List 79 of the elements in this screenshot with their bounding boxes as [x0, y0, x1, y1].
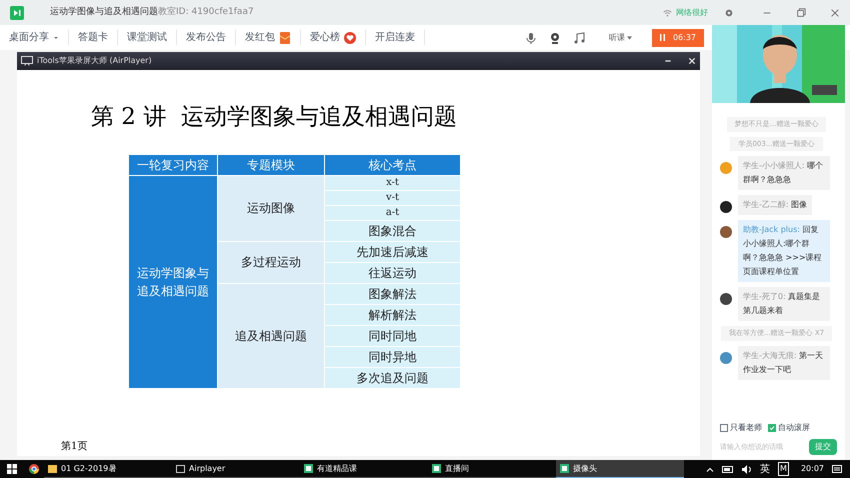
checkbox-label: 自动滚屏 [778, 422, 810, 434]
avatar-icon [720, 201, 732, 213]
clock[interactable]: 20:07 [800, 463, 824, 475]
chevron-up-icon[interactable] [706, 466, 714, 472]
notification-icon[interactable] [832, 464, 842, 474]
browser-icon[interactable] [29, 464, 39, 474]
chat-message: 学生-小小缘照人: 哪个群啊？急急急 [738, 156, 830, 190]
toolbar-button[interactable]: 桌面分享 [9, 30, 49, 45]
pause-icon [660, 34, 665, 41]
app-logo-icon [10, 6, 24, 20]
speaker-icon[interactable] [742, 464, 752, 474]
chat-message: 助教-Jack plus: 回复小小缘照人:哪个群啊？急急急 >>>课程页面课程单位置 [738, 220, 830, 282]
caret-icon [627, 36, 632, 40]
battery-icon [722, 466, 734, 472]
table-cell: 运动图像 [218, 176, 324, 240]
player-title: iTools苹果录屏大师 (AirPlayer) [37, 55, 152, 67]
folder-icon [48, 464, 57, 472]
chat-message: 学生-乙二醇: 图像 [738, 195, 812, 215]
taskbar-item[interactable]: 摄像头 [556, 460, 684, 478]
taskbar-item[interactable]: 01 G2-2019暑 [44, 460, 172, 478]
settings-icon[interactable] [724, 8, 734, 18]
table-cell: 多过程运动 [218, 242, 324, 282]
app-icon [304, 464, 313, 473]
toolbar-button[interactable]: 发布公告 [186, 30, 226, 45]
table-cell: 多次追及问题 [325, 368, 460, 388]
table-cell: 运动学图象与追及相遇问题 [129, 176, 217, 388]
maximize-icon[interactable] [796, 8, 806, 18]
page-number: 第1页 [61, 440, 88, 454]
table-cell: 同时异地 [325, 346, 460, 366]
webcam-icon[interactable] [549, 32, 561, 44]
toolbar-button[interactable]: 答题卡 [78, 30, 108, 45]
chat-message: 学生-死了0: 真题集是第几题来着 [738, 287, 830, 321]
avatar-icon [720, 226, 732, 238]
ime-mode[interactable]: M [778, 462, 789, 476]
listen-dropdown[interactable]: 听课 [609, 32, 632, 44]
envelope-icon[interactable] [279, 32, 291, 44]
ime-indicator[interactable]: 英 [760, 462, 770, 476]
toolbar-button[interactable]: 爱心榜 [310, 30, 340, 45]
table-cell: 先加速后减速 [325, 242, 460, 262]
table-cell: 往返运动 [325, 262, 460, 282]
heart-icon[interactable] [344, 32, 356, 44]
table-cell: 追及相遇问题 [218, 284, 324, 388]
avatar-icon [720, 293, 732, 305]
app-icon [560, 464, 569, 473]
caret-icon[interactable] [53, 34, 59, 40]
column-header: 一轮复习内容 [129, 154, 217, 174]
taskbar-item[interactable]: Airplayer [172, 460, 300, 478]
window-title: 运动学图像与追及相遇问题 [50, 6, 158, 19]
windows-start-icon[interactable] [7, 464, 17, 474]
microphone-icon[interactable] [525, 32, 537, 44]
table-cell: 图象解法 [325, 284, 460, 304]
table-cell: x-t [325, 176, 460, 190]
taskbar-item[interactable]: 直播间 [428, 460, 556, 478]
slide-heading: 第 2 讲 运动学图象与追及相遇问题 [91, 103, 458, 132]
checkbox[interactable] [720, 424, 728, 432]
avatar-icon [720, 352, 732, 364]
table-cell: v-t [325, 190, 460, 204]
classroom-id: 教室ID: 4190cfe1faa7 [158, 6, 254, 19]
cast-icon [21, 56, 33, 66]
wifi-icon [663, 8, 672, 16]
toolbar-button[interactable]: 发红包 [245, 30, 275, 45]
table-cell: 同时同地 [325, 326, 460, 346]
toolbar-button[interactable]: 课堂测试 [127, 30, 167, 45]
column-header: 核心考点 [325, 154, 460, 174]
checkbox[interactable] [768, 424, 776, 432]
music-icon[interactable] [573, 32, 585, 44]
checkbox-label: 只看老师 [730, 422, 762, 434]
avatar-icon [720, 162, 732, 174]
chat-message: 学生-大海无痕: 第一天作业发一下吧 [738, 346, 830, 380]
window-icon [176, 464, 185, 472]
close-icon[interactable] [830, 8, 840, 18]
column-header: 专题模块 [218, 154, 324, 174]
table-cell: 解析解法 [325, 304, 460, 324]
taskbar-item[interactable]: 有道精品课 [300, 460, 428, 478]
table-cell: a-t [325, 206, 460, 220]
toolbar-button[interactable]: 开启连麦 [375, 30, 415, 45]
app-icon [432, 464, 441, 473]
network-status: 网络很好 [676, 6, 708, 18]
table-cell: 图象混合 [325, 220, 460, 240]
